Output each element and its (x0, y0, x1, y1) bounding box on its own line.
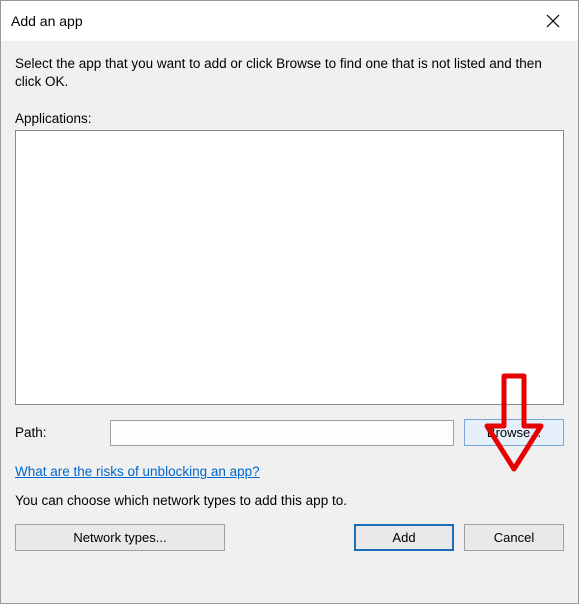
close-icon (546, 14, 560, 28)
risks-link[interactable]: What are the risks of unblocking an app? (15, 464, 564, 479)
path-row: Path: Browse... (15, 419, 564, 446)
path-label: Path: (15, 425, 100, 440)
button-row: Network types... Add Cancel (15, 524, 564, 551)
window-title: Add an app (11, 13, 83, 29)
network-types-button[interactable]: Network types... (15, 524, 225, 551)
network-types-note: You can choose which network types to ad… (15, 493, 564, 508)
titlebar: Add an app (1, 1, 578, 41)
close-button[interactable] (528, 1, 578, 41)
applications-label: Applications: (15, 111, 564, 126)
applications-listbox[interactable] (15, 130, 564, 405)
add-app-dialog: Add an app Select the app that you want … (0, 0, 579, 604)
browse-button[interactable]: Browse... (464, 419, 564, 446)
add-button[interactable]: Add (354, 524, 454, 551)
cancel-button[interactable]: Cancel (464, 524, 564, 551)
instruction-text: Select the app that you want to add or c… (15, 55, 564, 91)
dialog-content: Select the app that you want to add or c… (1, 41, 578, 603)
path-input[interactable] (110, 420, 454, 446)
